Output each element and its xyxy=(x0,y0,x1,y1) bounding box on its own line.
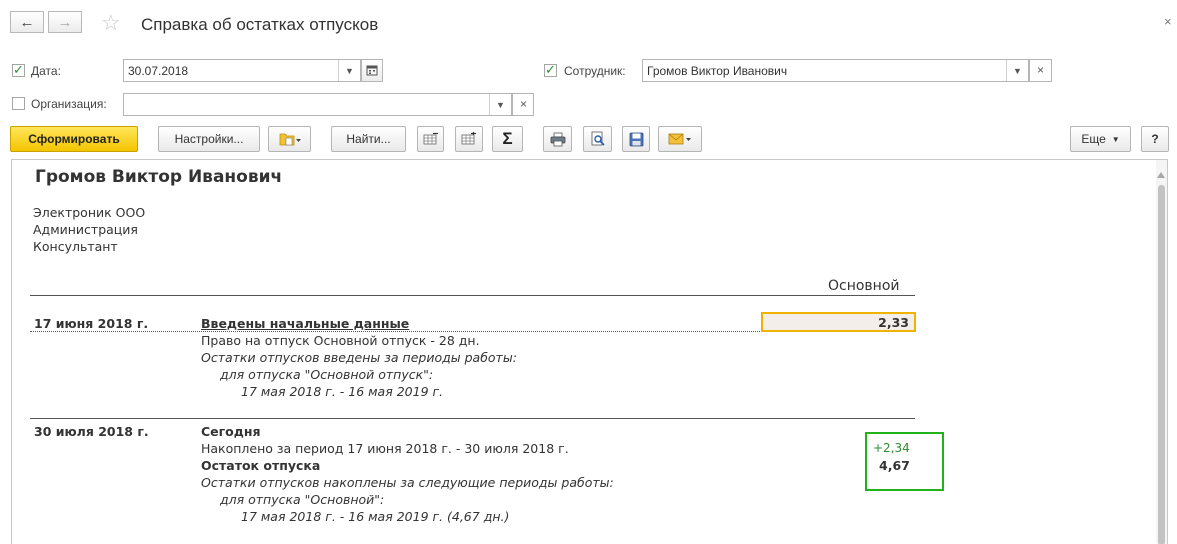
more-label: Еще xyxy=(1081,132,1106,146)
find-button[interactable]: Найти... xyxy=(331,126,406,152)
floppy-disk-icon xyxy=(629,132,643,146)
more-button[interactable]: Еще ▼ xyxy=(1070,126,1131,152)
employee-checkbox[interactable]: ✓ xyxy=(544,62,557,77)
date-checkbox[interactable]: ✓ xyxy=(12,62,25,77)
report-position: Консультант xyxy=(33,239,118,254)
organization-checkbox[interactable] xyxy=(12,97,25,110)
sum-icon: Σ xyxy=(502,129,513,148)
header-divider xyxy=(30,295,915,296)
expand-groups-button[interactable] xyxy=(455,126,483,152)
entry1-value: 2,33 xyxy=(878,315,909,330)
entry2-line5: 17 мая 2018 г. - 16 мая 2019 г. (4,67 дн… xyxy=(241,509,510,524)
section-divider xyxy=(30,418,915,419)
generate-button[interactable]: Сформировать xyxy=(10,126,138,152)
folder-icon xyxy=(279,133,301,146)
accrued-delta: +2,34 xyxy=(873,441,910,455)
employee-field[interactable]: Громов Виктор Иванович ▼ xyxy=(642,59,1029,82)
report-area: Громов Виктор Иванович Электроник ООО Ад… xyxy=(11,159,1168,544)
report-employee-name: Громов Виктор Иванович xyxy=(35,167,283,187)
checkmark-icon: ✓ xyxy=(13,62,24,77)
date-dropdown-button[interactable]: ▼ xyxy=(338,60,360,81)
chevron-down-icon: ▼ xyxy=(496,99,505,110)
employee-label: Сотрудник: xyxy=(564,64,626,78)
preview-button[interactable] xyxy=(583,126,612,152)
entry1-date: 17 июня 2018 г. xyxy=(34,316,149,331)
clear-icon: × xyxy=(1037,63,1045,77)
entry1-dotted-line xyxy=(30,331,780,332)
employee-clear-button[interactable]: × xyxy=(1029,59,1052,82)
arrow-right-icon: → xyxy=(57,13,73,31)
help-button[interactable]: ? xyxy=(1141,126,1169,152)
report-department: Администрация xyxy=(33,222,138,237)
scroll-up-icon[interactable] xyxy=(1157,172,1165,178)
print-preview-icon xyxy=(591,131,605,146)
page-title: Справка об остатках отпусков xyxy=(141,15,379,34)
selected-cell[interactable]: 2,33 xyxy=(761,312,916,332)
organization-field[interactable]: ▼ xyxy=(123,93,512,116)
envelope-icon xyxy=(668,133,691,145)
entry1-line3: для отпуска "Основной отпуск": xyxy=(220,367,434,382)
close-icon[interactable]: × xyxy=(1164,14,1172,29)
sum-button[interactable]: Σ xyxy=(492,126,523,152)
variants-button[interactable] xyxy=(268,126,311,152)
entry2-line4: для отпуска "Основной": xyxy=(220,492,385,507)
entry2-line2: Остаток отпуска xyxy=(201,458,321,473)
save-button[interactable] xyxy=(622,126,650,152)
entry2-date: 30 июля 2018 г. xyxy=(34,424,149,439)
column-header: Основной xyxy=(828,278,900,294)
report-organization: Электроник ООО xyxy=(33,205,146,220)
organization-clear-button[interactable]: × xyxy=(512,93,534,116)
date-label: Дата: xyxy=(31,64,61,78)
forward-button[interactable]: → xyxy=(48,11,82,33)
entry2-line1: Накоплено за период 17 июня 2018 г. - 30… xyxy=(201,441,569,456)
grid-minus-icon xyxy=(423,132,438,145)
vertical-scrollbar[interactable] xyxy=(1156,160,1167,544)
date-field[interactable]: 30.07.2018 ▼ xyxy=(123,59,361,82)
favorite-star-icon[interactable]: ☆ xyxy=(101,10,121,36)
date-value: 30.07.2018 xyxy=(128,64,189,78)
grid-plus-icon xyxy=(461,132,476,145)
highlight-box: +2,34 4,67 xyxy=(865,432,944,491)
chevron-down-icon: ▼ xyxy=(1013,65,1022,76)
calendar-icon xyxy=(366,65,378,76)
arrow-left-icon: ← xyxy=(19,13,35,31)
printer-icon xyxy=(550,132,565,146)
chevron-down-icon: ▼ xyxy=(1111,134,1120,144)
send-email-button[interactable] xyxy=(658,126,702,152)
entry1-title[interactable]: Введены начальные данные xyxy=(201,316,409,331)
chevron-down-icon: ▼ xyxy=(345,65,354,76)
organization-dropdown-button[interactable]: ▼ xyxy=(489,94,511,115)
balance-value: 4,67 xyxy=(879,458,910,473)
clear-icon: × xyxy=(520,97,528,111)
organization-label: Организация: xyxy=(31,97,107,111)
calendar-button[interactable] xyxy=(361,59,383,82)
settings-button[interactable]: Настройки... xyxy=(158,126,260,152)
entry1-line1: Право на отпуск Основной отпуск - 28 дн. xyxy=(201,333,480,348)
collapse-groups-button[interactable] xyxy=(417,126,444,152)
entry2-title: Сегодня xyxy=(201,424,261,439)
print-button[interactable] xyxy=(543,126,572,152)
employee-value: Громов Виктор Иванович xyxy=(647,64,788,78)
checkmark-icon: ✓ xyxy=(545,62,556,77)
back-button[interactable]: ← xyxy=(10,11,44,33)
entry1-line2: Остатки отпусков введены за периоды рабо… xyxy=(201,350,517,365)
entry1-line4: 17 мая 2018 г. - 16 мая 2019 г. xyxy=(241,384,444,399)
scroll-thumb[interactable] xyxy=(1158,185,1165,544)
entry2-line3: Остатки отпусков накоплены за следующие … xyxy=(201,475,614,490)
employee-dropdown-button[interactable]: ▼ xyxy=(1006,60,1028,81)
